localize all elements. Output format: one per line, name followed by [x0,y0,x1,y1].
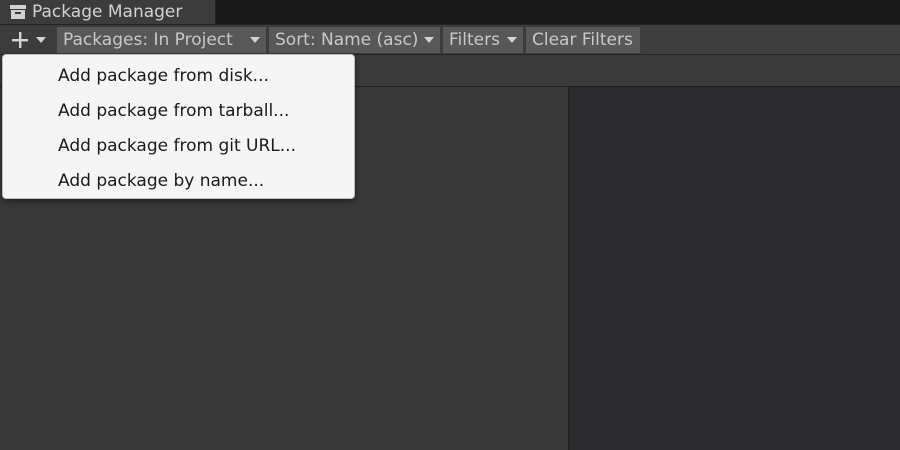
chevron-down-icon [36,37,46,43]
menu-item-add-from-disk[interactable]: Add package from disk... [3,59,354,94]
toolbar-spacer [641,25,900,54]
package-details-pane [570,87,900,450]
sort-dropdown[interactable]: Sort: Name (asc) [269,27,440,53]
plus-icon [12,32,28,48]
window-title: Package Manager [32,2,183,22]
toolbar: Packages: In Project Sort: Name (asc) Fi… [0,24,900,55]
sort-label: Sort: Name (asc) [275,30,419,50]
add-package-button[interactable] [2,27,54,53]
menu-item-add-by-name[interactable]: Add package by name... [3,164,354,199]
clear-filters-label: Clear Filters [532,30,633,50]
add-package-menu: Add package from disk... Add package fro… [2,54,355,199]
chevron-down-icon [250,37,260,43]
clear-filters-button[interactable]: Clear Filters [526,27,640,53]
packages-scope-label: Packages: In Project [63,30,233,50]
package-box-icon [10,5,26,19]
package-manager-tab[interactable]: Package Manager [0,0,216,24]
chevron-down-icon [507,37,517,43]
packages-scope-dropdown[interactable]: Packages: In Project [57,27,266,53]
window-titlebar: Package Manager [0,0,900,24]
menu-item-add-from-tarball[interactable]: Add package from tarball... [3,94,354,129]
menu-item-add-from-git-url[interactable]: Add package from git URL... [3,129,354,164]
filters-label: Filters [449,30,500,50]
chevron-down-icon [424,37,434,43]
filters-dropdown[interactable]: Filters [443,27,523,53]
